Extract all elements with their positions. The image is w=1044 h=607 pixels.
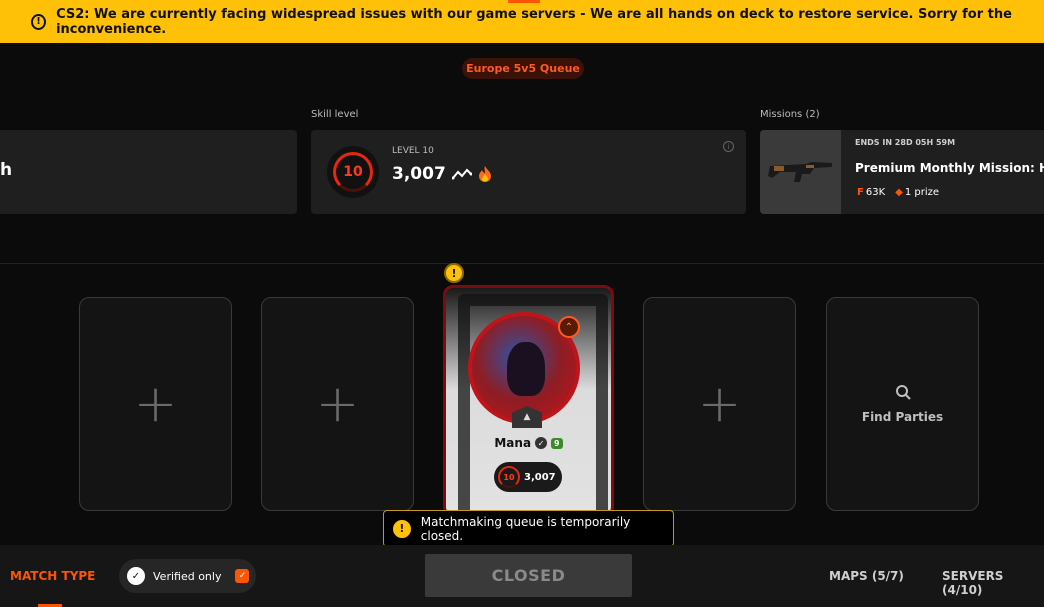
party-slot-1[interactable]: + [79, 297, 232, 511]
top-accent-bar [508, 0, 540, 3]
skill-section-label: Skill level [311, 109, 359, 120]
verified-icon: ✓ [127, 567, 145, 585]
missions-section-label: Missions (2) [760, 109, 820, 120]
toast-text: Matchmaking queue is temporarily closed. [420, 514, 631, 543]
skill-elo: 3,007 [392, 164, 492, 184]
queue-pill[interactable]: Europe 5v5 Queue [462, 58, 584, 79]
match-type-tab[interactable]: MATCH TYPE [10, 569, 95, 583]
servers-button[interactable]: SERVERS (4/10) [942, 569, 1044, 597]
mission-meta: F 63K ◆ 1 prize [857, 187, 939, 198]
player-card[interactable]: ⌃ ▲ Mana ✓ 9 10 3,007 [443, 285, 614, 517]
elo-value: 3,007 [392, 164, 446, 184]
player-skill-badge: 10 [498, 466, 520, 488]
find-parties-label: Find Parties [861, 410, 944, 424]
warning-icon: ! [393, 519, 411, 538]
closed-button[interactable]: CLOSED [425, 554, 632, 597]
verified-icon: ✓ [535, 437, 548, 449]
rifle-image [760, 130, 841, 214]
left-panel[interactable]: h [0, 130, 297, 214]
queue-closed-toast: ! Matchmaking queue is temporarily close… [383, 510, 674, 547]
mission-title: Premium Monthly Mission: Hea [855, 161, 1044, 175]
player-level-tag: 9 [551, 437, 563, 449]
mission-ends: ENDS IN 28D 05H 59M [855, 138, 956, 147]
mission-card[interactable]: ENDS IN 28D 05H 59M Premium Monthly Miss… [760, 130, 1044, 214]
mission-points: 63K [865, 187, 886, 198]
flame-icon [478, 166, 491, 182]
verified-only-toggle[interactable]: ✓ Verified only ✓ [119, 559, 256, 593]
rank-chevron-icon: ⌃ [558, 316, 580, 338]
maps-button[interactable]: MAPS (5/7) [829, 569, 904, 583]
plus-icon: + [315, 374, 360, 434]
banner-text: CS2: We are currently facing widespread … [56, 6, 1012, 37]
player-elo-pill: 10 3,007 [494, 462, 562, 492]
skill-level-label: LEVEL 10 [392, 146, 434, 156]
points-icon: F [857, 187, 864, 198]
info-icon[interactable]: i [723, 141, 734, 152]
verified-only-label: Verified only [153, 569, 222, 583]
prize-tag-icon: ◆ [895, 187, 903, 198]
plus-icon: + [133, 374, 178, 434]
announcement-banner: ! CS2: We are currently facing widesprea… [0, 0, 1044, 43]
warning-icon[interactable]: ! [444, 263, 464, 283]
mission-prize: 1 prize [904, 187, 940, 198]
skill-level-badge: 10 [327, 146, 379, 198]
plus-icon: + [697, 374, 742, 434]
trend-icon [451, 168, 472, 180]
party-slot-2[interactable]: + [261, 297, 414, 511]
bottom-bar: MATCH TYPE ✓ Verified only ✓ CLOSED MAPS… [0, 545, 1044, 607]
party-slot-3[interactable]: + [643, 297, 796, 511]
player-name-row: Mana ✓ 9 [446, 436, 611, 450]
find-parties-button[interactable]: Find Parties [826, 297, 979, 511]
player-elo: 3,007 [524, 471, 556, 483]
search-icon [895, 385, 911, 400]
player-name: Mana [494, 436, 532, 450]
warning-icon: ! [31, 13, 47, 30]
section-divider [0, 263, 1044, 264]
skill-panel[interactable]: 10 LEVEL 10 3,007 i [311, 130, 746, 214]
checkbox-icon[interactable]: ✓ [235, 569, 250, 583]
left-panel-text: h [0, 160, 13, 180]
